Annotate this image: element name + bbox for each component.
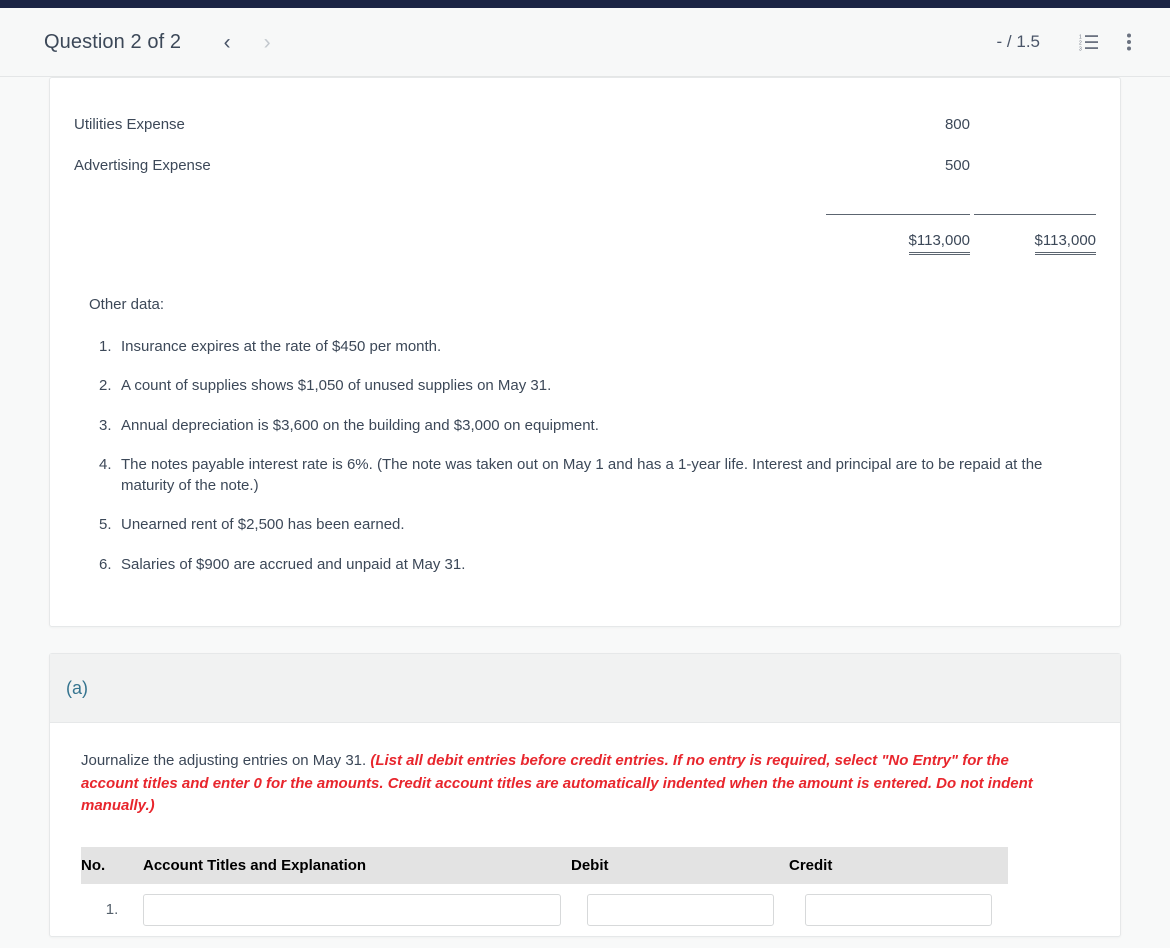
other-data-label: Other data: (89, 296, 165, 313)
account-title-input[interactable] (143, 893, 561, 926)
score-display: - / 1.5 (996, 32, 1040, 51)
more-vertical-icon[interactable] (1112, 25, 1146, 59)
list-item-number: 1. (99, 338, 112, 355)
page-title: Question 2 of 2 (44, 30, 182, 53)
part-a-header: (a) (50, 654, 1120, 723)
column-header-credit: Credit (789, 846, 1008, 884)
list-item-text: Annual depreciation is $3,600 on the bui… (121, 416, 599, 434)
question-prompt: Journalize the adjusting entries on May … (81, 750, 1041, 818)
numbered-list-icon[interactable]: 1 2 3 (1072, 25, 1106, 59)
journal-credit-cell (789, 884, 1008, 936)
subtotal-rule-row (74, 174, 1096, 215)
list-item: 5. Unearned rent of $2,500 has been earn… (74, 514, 1096, 535)
credit-amount (970, 92, 1096, 133)
trial-balance-table: Utilities Expense 800 Advertising Expens… (74, 92, 1096, 255)
credit-amount (970, 133, 1096, 174)
debit-amount: 800 (944, 116, 970, 133)
journal-debit-cell (571, 884, 789, 936)
app-top-bar (0, 0, 1170, 8)
list-item: 3. Annual depreciation is $3,600 on the … (74, 415, 1096, 436)
list-item-number: 5. (99, 516, 112, 534)
journal-row-number: 1. (105, 901, 119, 918)
list-item-number: 6. (99, 555, 112, 573)
credit-rule (970, 174, 1096, 215)
table-row: Advertising Expense 500 (74, 133, 1096, 174)
account-name: Advertising Expense (74, 157, 211, 174)
other-data-list: 1. Insurance expires at the rate of $450… (74, 336, 1096, 575)
debit-amount-input[interactable] (586, 893, 774, 926)
totals-row: $113,000 $113,000 (74, 215, 1096, 255)
list-item-text: The notes payable interest rate is 6%. (… (121, 455, 1043, 495)
journal-account-cell (143, 884, 571, 936)
totals-label (74, 215, 822, 255)
table-row: Utilities Expense 800 (74, 92, 1096, 133)
column-header-debit: Debit (571, 846, 789, 884)
list-item: 4. The notes payable interest rate is 6%… (74, 454, 1096, 497)
trial-balance-card: Utilities Expense 800 Advertising Expens… (49, 77, 1121, 627)
column-header-no: No. (81, 846, 143, 884)
question-nav: ‹ › (207, 22, 287, 62)
total-debit-value: $113,000 (908, 232, 970, 255)
total-credit-value: $113,000 (1034, 232, 1096, 255)
prompt-lead-text: Journalize the adjusting entries on May … (81, 752, 371, 769)
journal-header-row: No. Account Titles and Explanation Debit… (81, 846, 1008, 884)
debit-rule (822, 174, 970, 215)
journal-entry-table: No. Account Titles and Explanation Debit… (81, 846, 1008, 936)
account-name: Utilities Expense (74, 116, 185, 133)
total-credit: $113,000 (970, 215, 1096, 255)
svg-text:3: 3 (1079, 47, 1082, 52)
list-item-number: 4. (99, 455, 112, 473)
list-item-number: 2. (99, 377, 112, 395)
list-item-text: Insurance expires at the rate of $450 pe… (121, 338, 442, 355)
total-debit: $113,000 (822, 215, 970, 255)
next-question-button[interactable]: › (247, 22, 287, 62)
list-item: 1. Insurance expires at the rate of $450… (74, 336, 1096, 357)
list-item-text: A count of supplies shows $1,050 of unus… (121, 377, 552, 395)
list-item-text: Salaries of $900 are accrued and unpaid … (121, 555, 466, 573)
clipped-row-above (74, 78, 1096, 92)
previous-question-button[interactable]: ‹ (207, 22, 247, 62)
table-row: 1. (81, 884, 1008, 936)
part-letter: (a) (66, 677, 88, 698)
question-header: Question 2 of 2 ‹ › - / 1.5 1 2 3 (0, 8, 1170, 77)
credit-amount-input[interactable] (805, 893, 992, 926)
list-item: 6. Salaries of $900 are accrued and unpa… (74, 554, 1096, 575)
rule-spacer (74, 174, 822, 215)
list-item-number: 3. (99, 416, 112, 434)
question-content: Utilities Expense 800 Advertising Expens… (0, 77, 1170, 937)
list-item: 2. A count of supplies shows $1,050 of u… (74, 375, 1096, 396)
part-a-body: Journalize the adjusting entries on May … (50, 723, 1120, 936)
list-item-text: Unearned rent of $2,500 has been earned. (121, 516, 405, 534)
column-header-account: Account Titles and Explanation (143, 846, 571, 884)
debit-amount: 500 (944, 157, 970, 174)
part-a-card: (a) Journalize the adjusting entries on … (49, 653, 1121, 937)
